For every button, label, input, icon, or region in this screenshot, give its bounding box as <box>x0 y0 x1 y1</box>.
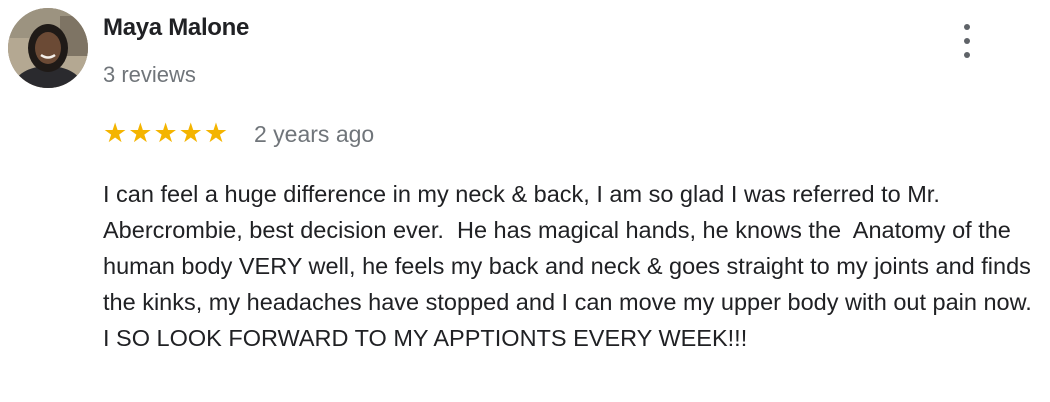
reviewer-name[interactable]: Maya Malone <box>103 14 249 42</box>
star-icon: ★ <box>103 118 128 149</box>
star-icon: ★ <box>203 118 229 149</box>
menu-dot <box>964 52 970 58</box>
avatar-image <box>8 8 88 88</box>
review-age: 2 years ago <box>254 121 375 147</box>
avatar[interactable] <box>8 8 88 88</box>
review-text: I can feel a huge difference in my neck … <box>103 181 1039 351</box>
star-icon: ★ <box>153 118 178 149</box>
menu-dot <box>964 38 970 44</box>
more-options-button[interactable] <box>956 24 978 58</box>
star-icon: ★ <box>178 118 203 149</box>
star-rating: ★ ★ ★ ★ ★ <box>103 118 229 149</box>
star-icon: ★ <box>128 118 153 149</box>
menu-dot <box>964 24 970 30</box>
reviews-count[interactable]: 3 reviews <box>103 62 196 88</box>
